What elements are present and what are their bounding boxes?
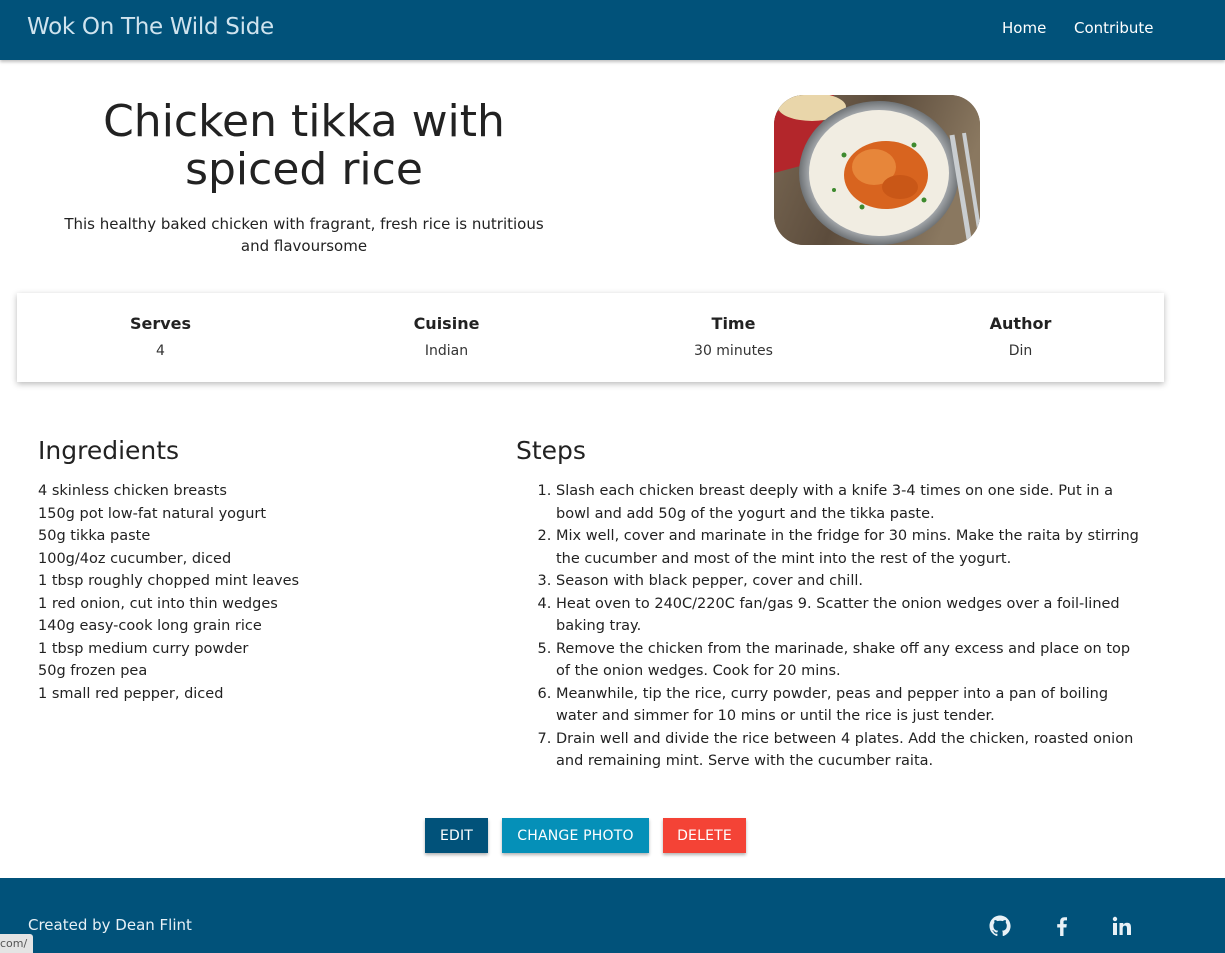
info-cuisine: Cuisine Indian: [303, 313, 590, 360]
step-item: Drain well and divide the rice between 4…: [556, 728, 1146, 773]
ingredient-item: 50g frozen pea: [38, 663, 148, 679]
brand-logo-link[interactable]: Wok On The Wild Side: [27, 14, 274, 40]
ingredient-item: 150g pot low-fat natural yogurt: [38, 505, 267, 522]
recipe-photo: [774, 95, 980, 245]
recipe-info-card: Serves 4 Cuisine Indian Time 30 minutes …: [17, 293, 1164, 382]
step-item: Mix well, cover and marinate in the frid…: [556, 525, 1146, 570]
ingredient-item: 4 skinless chicken breasts: [38, 483, 227, 499]
info-value: 4: [156, 343, 165, 359]
info-label: Serves: [129, 314, 192, 333]
info-value: 30 minutes: [694, 343, 773, 359]
nav-link-contribute[interactable]: Contribute: [1074, 19, 1154, 37]
info-author: Author Din: [877, 313, 1164, 360]
linkedin-icon[interactable]: [1110, 914, 1134, 938]
step-item: Remove the chicken from the marinade, sh…: [556, 638, 1146, 683]
info-label: Time: [711, 314, 756, 333]
ingredient-item: 1 red onion, cut into thin wedges: [38, 595, 278, 612]
info-value: Din: [1008, 343, 1033, 359]
ingredient-item: 50g tikka paste: [38, 528, 151, 544]
nav-link-home[interactable]: Home: [1002, 19, 1046, 37]
step-item: Heat oven to 240C/220C fan/gas 9. Scatte…: [556, 593, 1146, 638]
ingredients-list: 4 skinless chicken breasts 150g pot low-…: [38, 480, 299, 705]
ingredient-item: 1 small red pepper, diced: [38, 685, 224, 702]
change-photo-button[interactable]: CHANGE PHOTO: [502, 818, 649, 853]
info-serves: Serves 4: [17, 313, 304, 360]
delete-button[interactable]: DELETE: [663, 818, 746, 853]
ingredient-item: 1 tbsp roughly chopped mint leaves: [38, 573, 300, 589]
footer-credit: Created by Dean Flint: [28, 916, 192, 934]
ingredient-item: 1 tbsp medium curry powder: [38, 640, 249, 657]
facebook-icon[interactable]: [1050, 914, 1074, 938]
info-label: Author: [989, 314, 1052, 333]
recipe-description: This healthy baked chicken with fragrant…: [64, 215, 544, 255]
edit-button[interactable]: EDIT: [425, 818, 488, 853]
step-item: Slash each chicken breast deeply with a …: [556, 480, 1146, 525]
navbar: Wok On The Wild Side Home Contribute: [0, 0, 1225, 60]
status-bar-url: com/: [0, 934, 34, 953]
info-label: Cuisine: [413, 314, 480, 333]
info-time: Time 30 minutes: [590, 313, 877, 360]
ingredient-item: 140g easy-cook long grain rice: [38, 618, 262, 634]
info-value: Indian: [424, 343, 469, 359]
recipe-title: Chicken tikka with spiced rice: [103, 96, 505, 195]
footer: Created by Dean Flint: [0, 878, 1225, 953]
steps-heading: Steps: [516, 436, 586, 465]
ingredient-item: 100g/4oz cucumber, diced: [38, 550, 232, 567]
github-icon[interactable]: [988, 914, 1012, 938]
steps-list: Slash each chicken breast deeply with a …: [516, 480, 1146, 773]
step-item: Season with black pepper, cover and chil…: [556, 570, 1146, 593]
ingredients-heading: Ingredients: [38, 436, 180, 465]
step-item: Meanwhile, tip the rice, curry powder, p…: [556, 683, 1146, 728]
